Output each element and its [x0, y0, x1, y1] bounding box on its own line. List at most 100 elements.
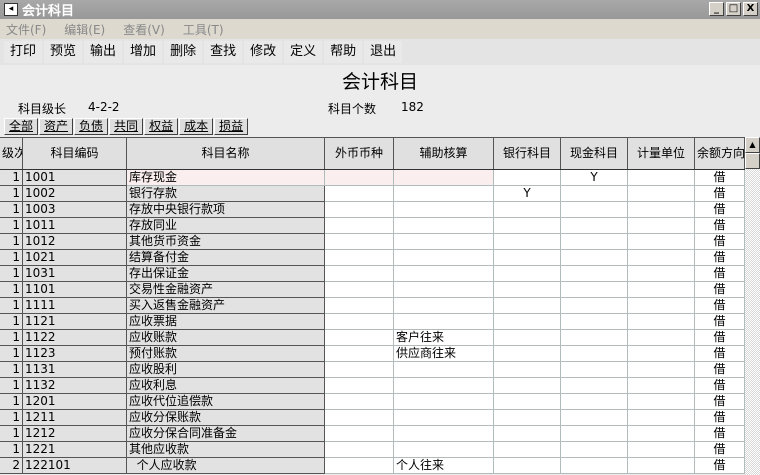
column-header[interactable]: 计量单位	[628, 138, 695, 169]
toolbar-button[interactable]: 删除	[164, 41, 203, 63]
scroll-up-icon[interactable]: ▲	[745, 137, 760, 153]
column-header[interactable]: 辅助核算	[394, 138, 494, 169]
table-row[interactable]: 1 1003 存放中央银行款项 借	[0, 202, 745, 218]
table-cell	[325, 202, 394, 218]
table-row[interactable]: 1 1131 应收股利 借	[0, 362, 745, 378]
column-header[interactable]: 外币币种	[325, 138, 394, 169]
tab[interactable]: 共同	[109, 118, 144, 135]
column-header[interactable]: 余额方向	[695, 138, 745, 169]
table-row[interactable]: 1 1132 应收利息 借	[0, 378, 745, 394]
scroll-thumb[interactable]	[745, 153, 760, 169]
table-cell	[561, 362, 628, 378]
table-row[interactable]: 1 1001 库存现金 Y 借	[0, 170, 745, 186]
column-header[interactable]: 银行科目	[494, 138, 561, 169]
menu-item[interactable]: 工具(T)	[183, 21, 224, 38]
table-cell	[325, 314, 394, 330]
header-row: 级次科目编码科目名称外币币种辅助核算银行科目现金科目计量单位余额方向	[0, 138, 745, 170]
table-cell: 1	[0, 186, 23, 202]
column-header[interactable]: 科目编码	[23, 138, 127, 169]
toolbar-button[interactable]: 退出	[364, 41, 403, 63]
toolbar-button[interactable]: 定义	[284, 41, 323, 63]
table-row[interactable]: 1 1122 应收账款 客户往来 借	[0, 330, 745, 346]
toolbar-button[interactable]: 输出	[84, 41, 123, 63]
table-row[interactable]: 1 1211 应收分保账款 借	[0, 410, 745, 426]
table-cell: 1	[0, 410, 23, 426]
toolbar-button[interactable]: 增加	[124, 41, 163, 63]
table-cell	[628, 458, 695, 474]
table-cell	[325, 298, 394, 314]
table-row[interactable]: 1 1012 其他货币资金 借	[0, 234, 745, 250]
table-cell: 1101	[23, 282, 127, 298]
table-row[interactable]: 1 1212 应收分保合同准备金 借	[0, 426, 745, 442]
toolbar-button[interactable]: 打印	[4, 41, 43, 63]
category-tabs: 全部 资产 负债 共同 权益 成本 损益	[4, 118, 249, 135]
column-header[interactable]: 科目名称	[127, 138, 325, 169]
maximize-button[interactable]: □	[726, 2, 741, 16]
toolbar-button[interactable]: 帮助	[324, 41, 363, 63]
table-cell	[494, 218, 561, 234]
table-cell: 个人应收款	[127, 458, 325, 474]
table-cell: Y	[561, 170, 628, 186]
table-cell: 2	[0, 458, 23, 474]
menu-item[interactable]: 文件(F)	[6, 21, 46, 38]
table-row[interactable]: 1 1111 买入返售金融资产借	[0, 298, 745, 314]
table-cell: 1001	[23, 170, 127, 186]
table-cell: 1	[0, 362, 23, 378]
toolbar-button[interactable]: 修改	[244, 41, 283, 63]
vertical-scrollbar[interactable]: ▲	[745, 137, 760, 475]
table-cell: 应收分保账款	[127, 410, 325, 426]
close-button[interactable]: X	[743, 2, 758, 16]
table-cell	[394, 234, 494, 250]
toolbar-button[interactable]: 预览	[44, 41, 83, 63]
tab[interactable]: 资产	[39, 118, 74, 135]
table-row[interactable]: 2 122101 个人应收款 个人往来 借	[0, 458, 745, 474]
table-row[interactable]: 1 1101 交易性金融资产 借	[0, 282, 745, 298]
column-header[interactable]: 级次	[0, 138, 23, 169]
tab[interactable]: 负债	[74, 118, 109, 135]
tab[interactable]: 全部	[4, 118, 39, 135]
table-cell	[494, 346, 561, 362]
table-cell	[561, 186, 628, 202]
table-row[interactable]: 1 1201 应收代位追偿款 借	[0, 394, 745, 410]
table-cell: 1	[0, 378, 23, 394]
minimize-button[interactable]: _	[709, 2, 724, 16]
table-cell: 银行存款	[127, 186, 325, 202]
table-cell: 1131	[23, 362, 127, 378]
menu-item[interactable]: 查看(V)	[123, 21, 165, 38]
table-cell: 1002	[23, 186, 127, 202]
table-row[interactable]: 1 1011 存放同业 借	[0, 218, 745, 234]
table-cell	[561, 426, 628, 442]
table-cell	[494, 250, 561, 266]
table-cell: 1211	[23, 410, 127, 426]
table-cell: 借	[695, 266, 745, 282]
table-cell	[494, 170, 561, 186]
table-cell: 个人往来	[394, 458, 494, 474]
table-cell	[325, 218, 394, 234]
table-cell: 借	[695, 330, 745, 346]
table-row[interactable]: 1 1221 其他应收款 借	[0, 442, 745, 458]
title-bar: ◂ 会计科目 _ □ X	[0, 0, 760, 19]
table-cell	[494, 298, 561, 314]
tab[interactable]: 权益	[144, 118, 179, 135]
table-cell	[325, 346, 394, 362]
table-row[interactable]: 1 1021 结算备付金 借	[0, 250, 745, 266]
toolbar-button[interactable]: 查找	[204, 41, 243, 63]
table-row[interactable]: 1 1031 存出保证金 借	[0, 266, 745, 282]
table-cell	[494, 282, 561, 298]
tab[interactable]: 成本	[179, 118, 214, 135]
column-header[interactable]: 现金科目	[561, 138, 628, 169]
table-cell	[494, 442, 561, 458]
table-cell	[325, 282, 394, 298]
table-cell	[628, 330, 695, 346]
table-cell	[325, 362, 394, 378]
menu-item[interactable]: 编辑(E)	[64, 21, 105, 38]
table-cell: 应收代位追偿款	[127, 394, 325, 410]
table-row[interactable]: 1 1002 银行存款 Y 借	[0, 186, 745, 202]
table-cell	[561, 458, 628, 474]
table-cell	[494, 314, 561, 330]
table-row[interactable]: 1 1121 应收票据 借	[0, 314, 745, 330]
table-row[interactable]: 1 1123 预付账款 供应商往来 借	[0, 346, 745, 362]
table-cell: 存出保证金	[127, 266, 325, 282]
table-cell	[561, 346, 628, 362]
tab[interactable]: 损益	[214, 118, 249, 135]
